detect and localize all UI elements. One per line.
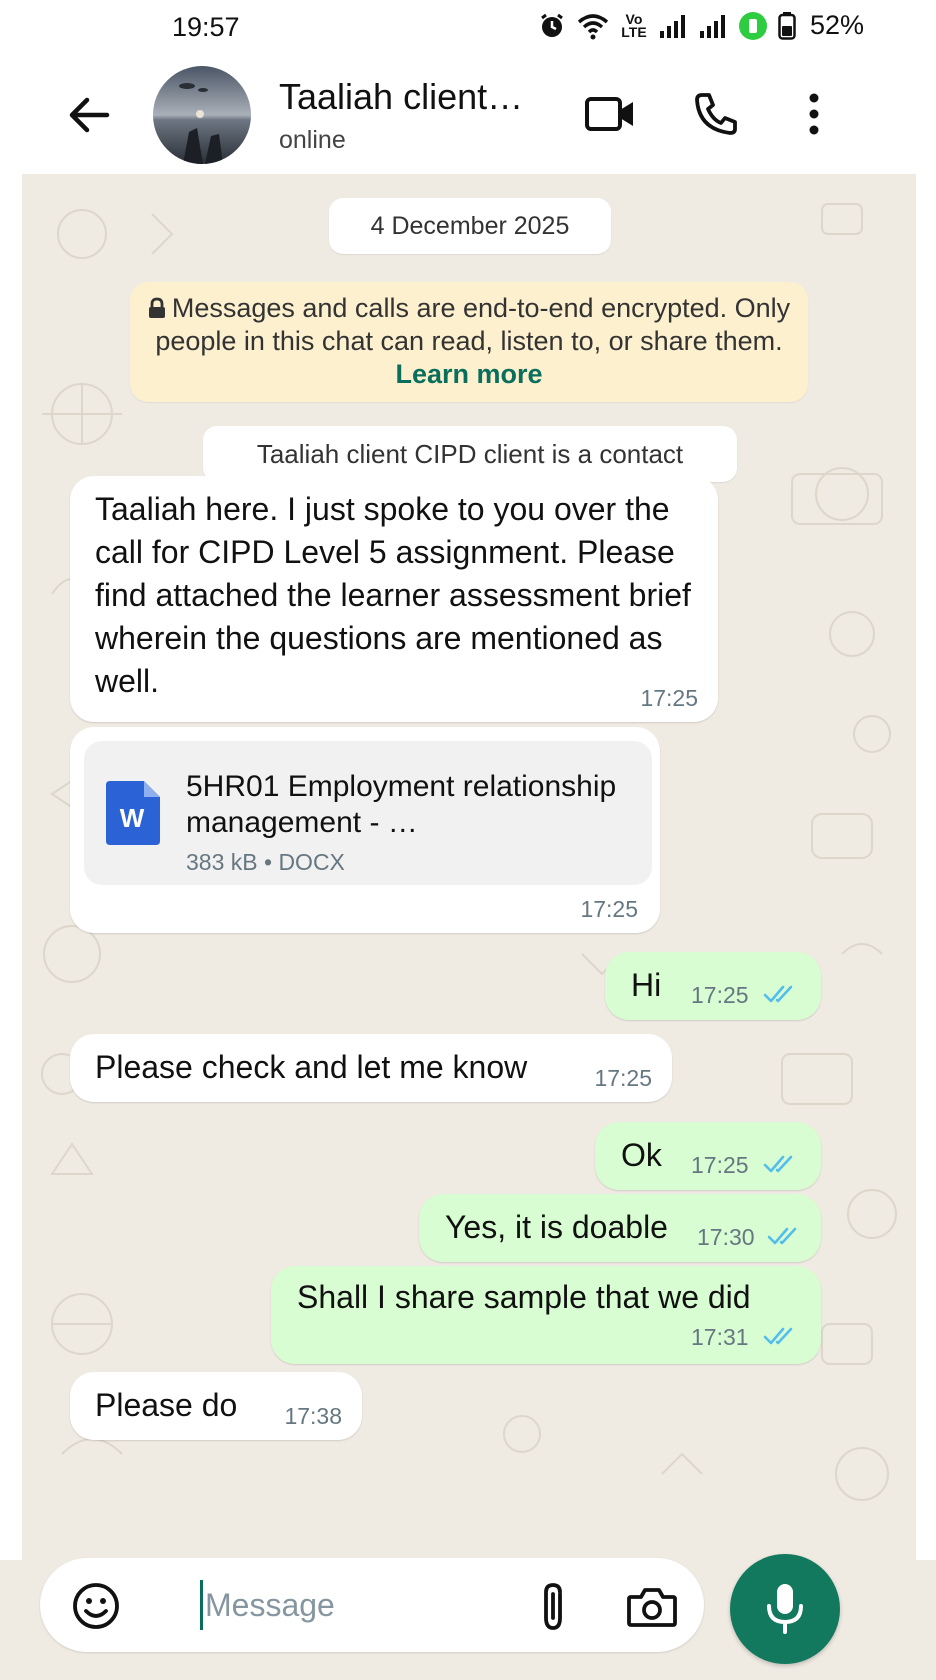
message-time: 17:25 [580, 896, 638, 922]
message-input[interactable] [200, 1580, 567, 1630]
message-time: 17:25 [594, 1065, 652, 1091]
date-chip: 4 December 2025 [329, 198, 611, 254]
emoji-button[interactable] [68, 1578, 124, 1634]
camera-button[interactable] [622, 1580, 682, 1634]
learn-more-link[interactable]: Learn more [395, 359, 542, 389]
message-time: 17:30 [697, 1224, 755, 1250]
voice-call-button[interactable] [686, 84, 746, 144]
message-composer [0, 1554, 936, 1680]
status-time: 19:57 [172, 12, 240, 42]
read-receipt-icon [763, 985, 793, 1003]
contact-status: online [279, 126, 346, 154]
signal-icon-1 [658, 13, 688, 39]
document-file-meta: 383 kB • DOCX [186, 849, 345, 875]
message-bubble-outgoing[interactable]: Hi 17:25 [605, 952, 821, 1020]
encryption-notice-text: Messages and calls are end-to-end encryp… [155, 293, 791, 356]
message-time: 17:38 [284, 1403, 342, 1429]
message-bubble-incoming[interactable]: Please do 17:38 [70, 1372, 362, 1440]
read-receipt-icon [767, 1227, 797, 1245]
message-time: 17:25 [691, 982, 749, 1008]
alarm-icon [538, 12, 566, 40]
attach-button[interactable] [528, 1576, 578, 1636]
message-text: Please check and let me know [95, 1049, 528, 1085]
message-time: 17:31 [691, 1324, 749, 1350]
encryption-notice[interactable]: Messages and calls are end-to-end encryp… [130, 282, 808, 402]
wifi-icon [576, 12, 610, 40]
word-document-icon: W [106, 781, 160, 845]
message-time: 17:25 [691, 1152, 749, 1178]
camera-icon [627, 1588, 677, 1627]
message-text: Please do [95, 1387, 238, 1423]
message-text: Taaliah here. I just spoke to you over t… [95, 491, 691, 699]
battery-icon [778, 11, 796, 40]
more-options-button[interactable] [784, 84, 844, 144]
message-text: Ok [621, 1137, 662, 1173]
read-receipt-icon [763, 1327, 793, 1345]
message-text: Yes, it is doable [445, 1209, 668, 1245]
status-icons: Vo LTE 52% [538, 10, 864, 41]
video-call-icon [585, 97, 633, 131]
more-options-icon [809, 93, 819, 135]
svg-text:W: W [120, 803, 145, 833]
message-bubble-outgoing[interactable]: Yes, it is doable 17:30 [419, 1194, 821, 1262]
read-receipt-icon [763, 1155, 793, 1173]
voice-call-icon [695, 93, 737, 135]
message-input-container[interactable] [40, 1558, 704, 1652]
message-bubble-incoming[interactable]: Taaliah here. I just spoke to you over t… [70, 476, 718, 722]
back-arrow-icon [69, 97, 110, 133]
volte-icon: Vo LTE [621, 10, 647, 40]
document-message-bubble[interactable]: W 5HR01 Employment relationship manageme… [70, 727, 660, 933]
contact-name[interactable]: Taaliah client… [279, 76, 549, 118]
avatar[interactable] [153, 66, 251, 164]
chat-header: Taaliah client… online [0, 58, 936, 174]
chat-area[interactable]: 4 December 2025 Messages and calls are e… [22, 174, 916, 1560]
emoji-icon [73, 1583, 119, 1629]
attach-icon [544, 1583, 562, 1630]
contact-notice[interactable]: Taaliah client CIPD client is a contact [203, 426, 737, 482]
status-bar: 19:57 Vo LTE 52% [0, 0, 936, 58]
message-bubble-incoming[interactable]: Please check and let me know 17:25 [70, 1034, 672, 1102]
avatar-image [153, 66, 251, 164]
message-bubble-outgoing[interactable]: Shall I share sample that we did 17:31 [271, 1266, 821, 1364]
battery-saver-icon [738, 11, 768, 41]
lock-icon [148, 297, 165, 318]
message-bubble-outgoing[interactable]: Ok 17:25 [595, 1122, 821, 1190]
document-file-name: 5HR01 Employment relationship management… [186, 770, 617, 839]
video-call-button[interactable] [580, 84, 640, 144]
battery-percent: 52% [809, 10, 864, 40]
message-time: 17:25 [640, 685, 698, 711]
message-text: Hi [631, 967, 662, 1003]
message-text: Shall I share sample that we did [297, 1279, 751, 1315]
document-card[interactable]: W 5HR01 Employment relationship manageme… [84, 741, 652, 885]
signal-icon-2 [698, 13, 728, 39]
mic-icon [767, 1584, 803, 1634]
back-button[interactable] [62, 88, 116, 142]
voice-message-button[interactable] [730, 1554, 840, 1664]
